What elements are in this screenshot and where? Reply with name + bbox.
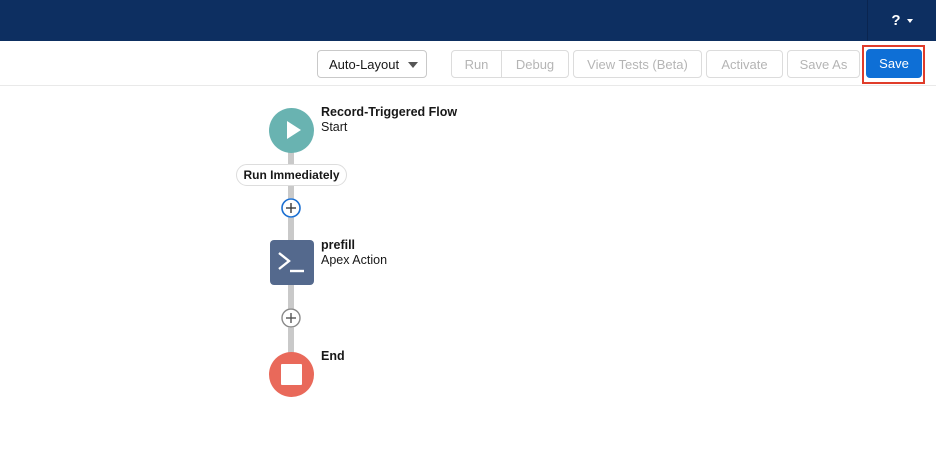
caret-down-icon	[906, 18, 913, 23]
start-node[interactable]	[269, 108, 314, 153]
run-button[interactable]: Run	[451, 50, 502, 78]
action-node-subtitle: Apex Action	[321, 253, 388, 267]
activate-button[interactable]: Activate	[706, 50, 783, 78]
run-immediately-label[interactable]: Run Immediately	[236, 164, 347, 186]
help-menu-button[interactable]: ?	[867, 0, 936, 41]
top-header-bar: ?	[0, 0, 936, 41]
view-tests-button[interactable]: View Tests (Beta)	[573, 50, 702, 78]
stop-icon	[281, 364, 302, 385]
end-node[interactable]	[269, 352, 314, 397]
apex-action-node[interactable]	[270, 240, 314, 285]
dropdown-arrow-icon	[408, 62, 418, 68]
start-node-subtitle: Start	[321, 120, 348, 134]
plus-circle-icon	[281, 308, 301, 328]
add-element-button[interactable]	[281, 308, 301, 328]
layout-select[interactable]: Auto-Layout	[317, 50, 427, 78]
start-node-title: Record-Triggered Flow	[321, 105, 458, 119]
help-icon: ?	[891, 12, 901, 29]
save-button-highlight	[862, 45, 925, 84]
terminal-prompt-icon	[278, 252, 304, 273]
plus-circle-icon	[281, 198, 301, 218]
add-element-button[interactable]	[281, 198, 301, 218]
action-node-title: prefill	[321, 238, 356, 252]
save-as-button[interactable]: Save As	[787, 50, 860, 78]
end-node-title: End	[321, 349, 345, 363]
play-icon	[287, 121, 301, 139]
debug-button[interactable]: Debug	[501, 50, 569, 78]
flow-canvas: Record-Triggered Flow Start Run Immediat…	[0, 86, 936, 474]
layout-select-value: Auto-Layout	[329, 56, 400, 72]
flow-toolbar: Auto-Layout Run Debug View Tests (Beta) …	[0, 41, 936, 86]
